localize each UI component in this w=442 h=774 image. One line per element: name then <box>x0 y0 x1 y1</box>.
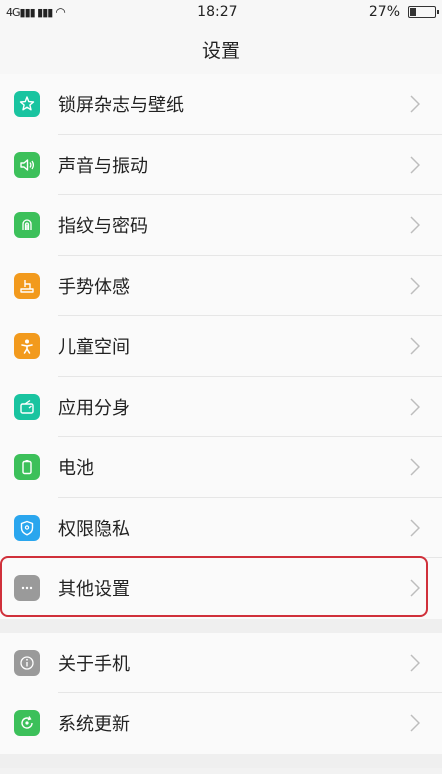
fingerprint-icon <box>14 212 40 239</box>
settings-row-label: 关于手机 <box>58 653 130 675</box>
chevron-right-icon <box>410 277 420 295</box>
bottom-spacer <box>0 753 442 768</box>
settings-row-label: 声音与振动 <box>58 155 148 177</box>
chevron-right-icon <box>410 519 420 537</box>
chevron-right-icon <box>410 458 420 476</box>
settings-row-system-update[interactable]: 系统更新 <box>0 693 442 754</box>
battery-level-fill <box>410 8 416 16</box>
settings-group-main: 锁屏杂志与壁纸 声音与振动 指纹与密码 手势体感 儿童空间 应用分身 电池 权限… <box>0 74 442 619</box>
chevron-right-icon <box>410 216 420 234</box>
settings-row-about-phone[interactable]: 关于手机 <box>0 633 442 693</box>
settings-row-label: 儿童空间 <box>58 337 130 359</box>
settings-row-battery[interactable]: 电池 <box>0 437 442 498</box>
page-title: 设置 <box>0 24 442 74</box>
update-icon <box>14 710 40 737</box>
settings-row-label: 权限隐私 <box>58 518 130 540</box>
settings-row-sound[interactable]: 声音与振动 <box>0 135 442 195</box>
battery-percent: 27% <box>368 4 400 20</box>
chevron-right-icon <box>410 714 420 732</box>
info-icon <box>14 649 40 676</box>
settings-row-app-clone[interactable]: 应用分身 <box>0 377 442 437</box>
signal-icon: 4G▮▮▮ ▮▮▮ <box>6 5 53 19</box>
settings-row-kids-space[interactable]: 儿童空间 <box>0 316 442 377</box>
settings-row-other-settings[interactable]: 其他设置 <box>0 556 442 619</box>
chevron-right-icon <box>410 398 420 416</box>
settings-row-label: 锁屏杂志与壁纸 <box>58 95 184 117</box>
gesture-icon <box>14 272 40 299</box>
settings-row-label: 手势体感 <box>58 276 130 298</box>
settings-row-fingerprint[interactable]: 指纹与密码 <box>0 195 442 256</box>
child-icon <box>14 333 40 360</box>
settings-row-label: 电池 <box>58 458 94 480</box>
status-bar: 4G▮▮▮ ▮▮▮ ◠ 18:27 27% <box>0 0 442 24</box>
clone-icon <box>14 393 40 420</box>
settings-row-privacy[interactable]: 权限隐私 <box>0 498 442 558</box>
chevron-right-icon <box>410 579 420 597</box>
status-time: 18:27 <box>197 4 238 20</box>
battery-icon <box>408 6 439 18</box>
chevron-right-icon <box>410 156 420 174</box>
wifi-icon: ◠ <box>55 5 66 19</box>
chevron-right-icon <box>410 654 420 672</box>
chevron-right-icon <box>410 337 420 355</box>
settings-group-system: 关于手机 系统更新 <box>0 632 442 754</box>
more-icon <box>14 575 40 602</box>
chevron-right-icon <box>410 95 420 113</box>
settings-row-label: 系统更新 <box>58 714 130 736</box>
settings-row-wallpaper[interactable]: 锁屏杂志与壁纸 <box>0 74 442 135</box>
shield-icon <box>14 514 40 541</box>
wallpaper-icon <box>14 91 40 118</box>
settings-row-gesture[interactable]: 手势体感 <box>0 256 442 316</box>
battery-icon <box>14 454 40 481</box>
signal-indicators: 4G▮▮▮ ▮▮▮ ◠ <box>6 5 66 19</box>
speaker-icon <box>14 151 40 178</box>
settings-row-label: 应用分身 <box>58 397 130 419</box>
settings-row-label: 指纹与密码 <box>58 216 148 238</box>
settings-row-label: 其他设置 <box>58 579 130 601</box>
